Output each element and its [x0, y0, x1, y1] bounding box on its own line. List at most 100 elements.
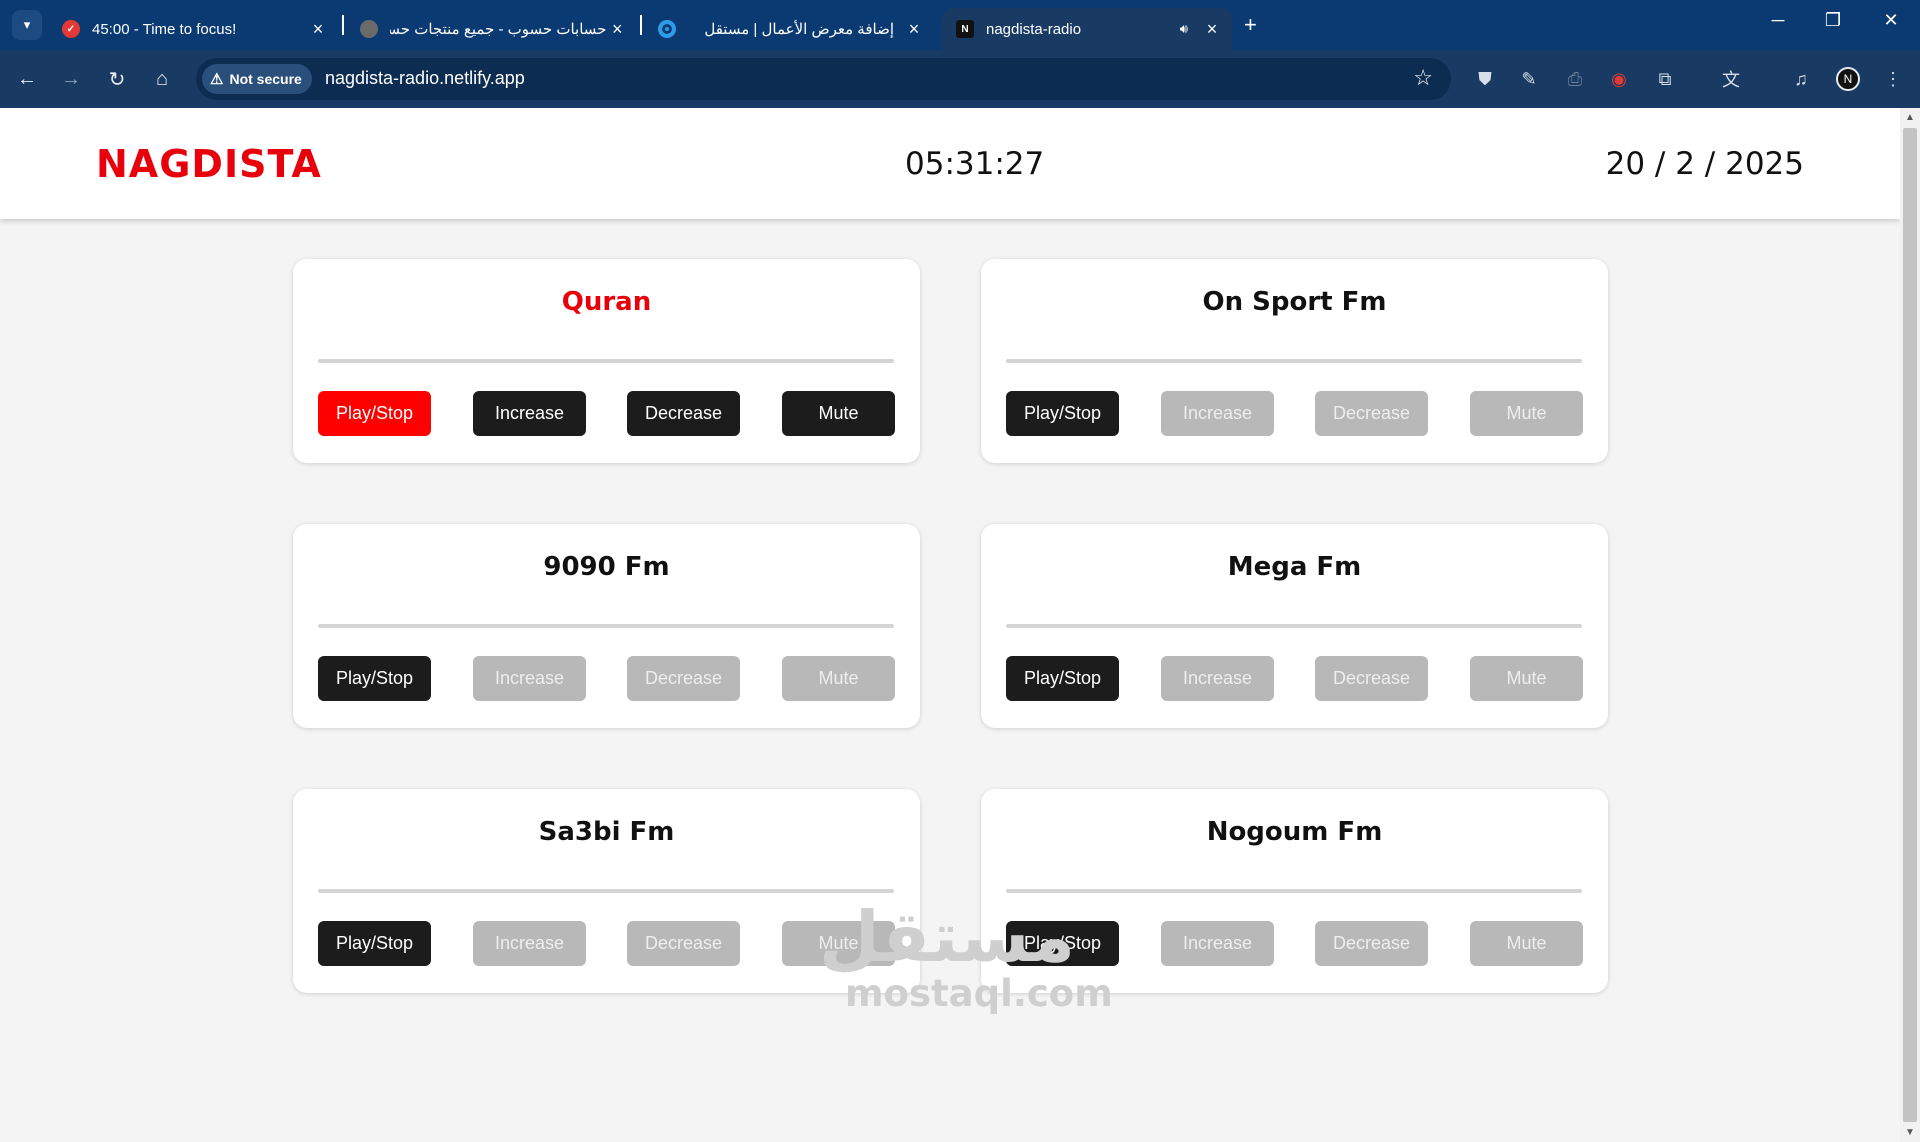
tab-focus-timer[interactable]: ✓ 45:00 - Time to focus! × — [48, 8, 338, 50]
scrollbar-thumb[interactable] — [1903, 128, 1917, 1122]
close-window-button[interactable]: ✕ — [1871, 10, 1911, 31]
shield-extension-icon[interactable]: ⛊ — [1472, 66, 1498, 92]
tab-search-button[interactable]: ▾ — [12, 10, 42, 40]
station-card-on-sport-fm: On Sport Fm Play/Stop Increase Decrease … — [981, 259, 1608, 463]
back-button[interactable]: ← — [12, 64, 42, 94]
site-logo[interactable]: NAGDISTA — [96, 142, 322, 186]
hsoub-icon — [360, 20, 378, 38]
bookmark-star-icon[interactable]: ☆ — [1413, 65, 1433, 91]
decrease-volume-button[interactable]: Decrease — [627, 391, 740, 436]
n-logo-icon: N — [956, 20, 974, 38]
play-stop-button[interactable]: Play/Stop — [1006, 391, 1119, 436]
station-card-quran: Quran Play/Stop Increase Decrease Mute — [293, 259, 920, 463]
forward-button[interactable]: → — [56, 64, 86, 94]
reload-button[interactable]: ↻ — [102, 64, 132, 94]
mostaql-watermark: مستقل mostaql.com — [818, 896, 1113, 1015]
tab-title: 45:00 - Time to focus! — [92, 20, 237, 38]
profile-avatar[interactable]: N — [1836, 67, 1860, 91]
increase-volume-button[interactable]: Increase — [1161, 656, 1274, 701]
mute-button[interactable]: Mute — [782, 391, 895, 436]
station-card-9090-fm: 9090 Fm Play/Stop Increase Decrease Mute — [293, 524, 920, 728]
close-icon: ✕ — [1883, 10, 1899, 30]
browser-tabstrip: ▾ ✓ 45:00 - Time to focus! × حسابات حسوب… — [0, 0, 1920, 50]
increase-volume-button[interactable]: Increase — [1161, 391, 1274, 436]
reload-icon: ↻ — [108, 68, 126, 91]
play-stop-button[interactable]: Play/Stop — [1006, 656, 1119, 701]
minimize-button[interactable]: ─ — [1758, 10, 1798, 31]
url-text[interactable]: nagdista-radio.netlify.app — [325, 68, 525, 89]
tab-title: حسابات حسوب - جميع منتجات حسوب — [390, 21, 607, 38]
station-name: On Sport Fm — [1202, 287, 1387, 317]
watermark-arabic: مستقل — [818, 896, 1075, 978]
mute-button[interactable]: Mute — [1470, 921, 1583, 966]
arrow-left-icon: ← — [17, 67, 37, 90]
station-name: Nogoum Fm — [1206, 817, 1383, 847]
printer-extension-icon[interactable]: ⎙ — [1562, 66, 1588, 92]
volume-progress-bar — [318, 624, 894, 628]
increase-volume-button[interactable]: Increase — [473, 391, 586, 436]
close-icon[interactable]: × — [306, 19, 330, 40]
station-name: Sa3bi Fm — [538, 817, 675, 847]
current-date: 20 / 2 / 2025 — [1605, 146, 1804, 182]
security-label: Not secure — [229, 71, 302, 87]
record-extension-icon[interactable]: ◉ — [1606, 66, 1632, 92]
tab-title: إضافة معرض الأعمال | مستقل — [704, 21, 894, 38]
kebab-menu-icon[interactable]: ⋮ — [1880, 66, 1906, 92]
station-name: Quran — [561, 287, 652, 317]
volume-progress-bar — [1006, 359, 1582, 363]
check-circle-icon: ✓ — [62, 20, 80, 38]
tab-separator — [342, 15, 344, 35]
decrease-volume-button[interactable]: Decrease — [1315, 391, 1428, 436]
mute-button[interactable]: Mute — [1470, 391, 1583, 436]
home-button[interactable]: ⌂ — [147, 64, 177, 94]
tab-nagdista-radio[interactable]: N nagdista-radio 🔊︎ × — [942, 8, 1232, 50]
volume-progress-bar — [1006, 624, 1582, 628]
decrease-volume-button[interactable]: Decrease — [627, 921, 740, 966]
scroll-down-arrow-icon[interactable]: ▼ — [1905, 1127, 1915, 1138]
increase-volume-button[interactable]: Increase — [473, 656, 586, 701]
restore-button[interactable]: ❐ — [1813, 10, 1853, 31]
decrease-volume-button[interactable]: Decrease — [1315, 921, 1428, 966]
volume-progress-bar — [318, 889, 894, 893]
station-card-nogoum-fm: Nogoum Fm Play/Stop Increase Decrease Mu… — [981, 789, 1608, 993]
new-tab-button[interactable]: + — [1244, 12, 1257, 38]
mute-button[interactable]: Mute — [782, 656, 895, 701]
page-scrollbar[interactable]: ▲ ▼ — [1900, 108, 1920, 1142]
plus-icon: + — [1244, 12, 1257, 37]
close-icon[interactable]: × — [606, 19, 628, 40]
browser-toolbar: ← → ↻ ⌂ ⚠ Not secure nagdista-radio.netl… — [0, 50, 1920, 108]
decrease-volume-button[interactable]: Decrease — [627, 656, 740, 701]
scroll-up-arrow-icon[interactable]: ▲ — [1905, 112, 1915, 123]
media-controls-icon[interactable]: ♫ — [1788, 66, 1814, 92]
speaker-icon[interactable]: 🔊︎ — [1180, 21, 1188, 37]
address-bar[interactable]: ⚠ Not secure nagdista-radio.netlify.app … — [196, 58, 1451, 100]
security-chip[interactable]: ⚠ Not secure — [202, 64, 312, 94]
restore-icon: ❐ — [1824, 10, 1842, 30]
mute-button[interactable]: Mute — [1470, 656, 1583, 701]
play-stop-button[interactable]: Play/Stop — [318, 921, 431, 966]
watermark-latin: mostaql.com — [845, 972, 1113, 1015]
mostaql-icon — [658, 20, 676, 38]
station-card-mega-fm: Mega Fm Play/Stop Increase Decrease Mute — [981, 524, 1608, 728]
tab-hsoub-accounts[interactable]: حسابات حسوب - جميع منتجات حسوب × — [346, 8, 636, 50]
close-icon[interactable]: × — [1200, 19, 1224, 40]
extensions-puzzle-icon[interactable]: ⧉ — [1652, 66, 1678, 92]
increase-volume-button[interactable]: Increase — [473, 921, 586, 966]
station-name: 9090 Fm — [543, 552, 670, 582]
play-stop-button[interactable]: Play/Stop — [318, 391, 431, 436]
chevron-down-icon: ▾ — [23, 17, 31, 32]
tab-mostaql-portfolio[interactable]: إضافة معرض الأعمال | مستقل × — [644, 8, 934, 50]
home-icon: ⌂ — [155, 67, 169, 90]
current-time: 05:31:27 — [905, 146, 1045, 182]
volume-progress-bar — [318, 359, 894, 363]
volume-progress-bar — [1006, 889, 1582, 893]
warning-icon: ⚠ — [210, 71, 224, 88]
tab-separator — [640, 15, 642, 35]
decrease-volume-button[interactable]: Decrease — [1315, 656, 1428, 701]
close-icon[interactable]: × — [902, 19, 926, 40]
increase-volume-button[interactable]: Increase — [1161, 921, 1274, 966]
play-stop-button[interactable]: Play/Stop — [318, 656, 431, 701]
eyedropper-extension-icon[interactable]: ✎ — [1516, 66, 1542, 92]
translate-icon[interactable]: 文 — [1718, 66, 1744, 92]
minimize-icon: ─ — [1771, 10, 1785, 30]
